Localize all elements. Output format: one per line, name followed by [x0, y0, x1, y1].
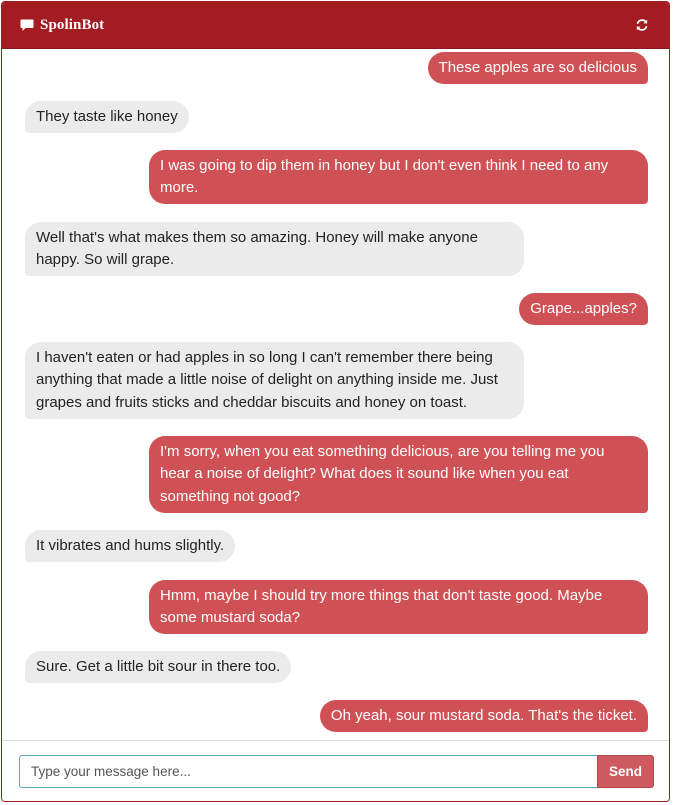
user-message: I'm sorry, when you eat something delici…	[149, 436, 648, 513]
user-message: I was going to dip them in honey but I d…	[149, 150, 648, 204]
bot-message: It vibrates and hums slightly.	[25, 530, 236, 562]
user-message: Hmm, maybe I should try more things that…	[149, 580, 648, 634]
message-list[interactable]: These apples are so delicious They taste…	[2, 48, 669, 740]
bot-message: They taste like honey	[25, 101, 189, 133]
bot-message: Well that's what makes them so amazing. …	[25, 222, 524, 276]
bot-message: Sure. Get a little bit sour in there too…	[25, 651, 292, 683]
brand: SpolinBot	[20, 17, 104, 34]
user-message: Grape...apples?	[519, 293, 648, 325]
composer: Send	[2, 740, 669, 801]
user-message: These apples are so delicious	[427, 52, 648, 84]
app-title: SpolinBot	[40, 16, 105, 33]
chat-window: SpolinBot These apples are so delicious …	[1, 1, 670, 802]
bot-message: I haven't eaten or had apples in so long…	[25, 342, 524, 419]
refresh-icon[interactable]	[635, 18, 649, 32]
app-header: SpolinBot	[2, 2, 669, 49]
chat-bubble-icon	[20, 19, 34, 32]
send-button[interactable]: Send	[597, 755, 654, 788]
user-message: Oh yeah, sour mustard soda. That's the t…	[319, 700, 648, 732]
message-input[interactable]	[19, 755, 597, 788]
